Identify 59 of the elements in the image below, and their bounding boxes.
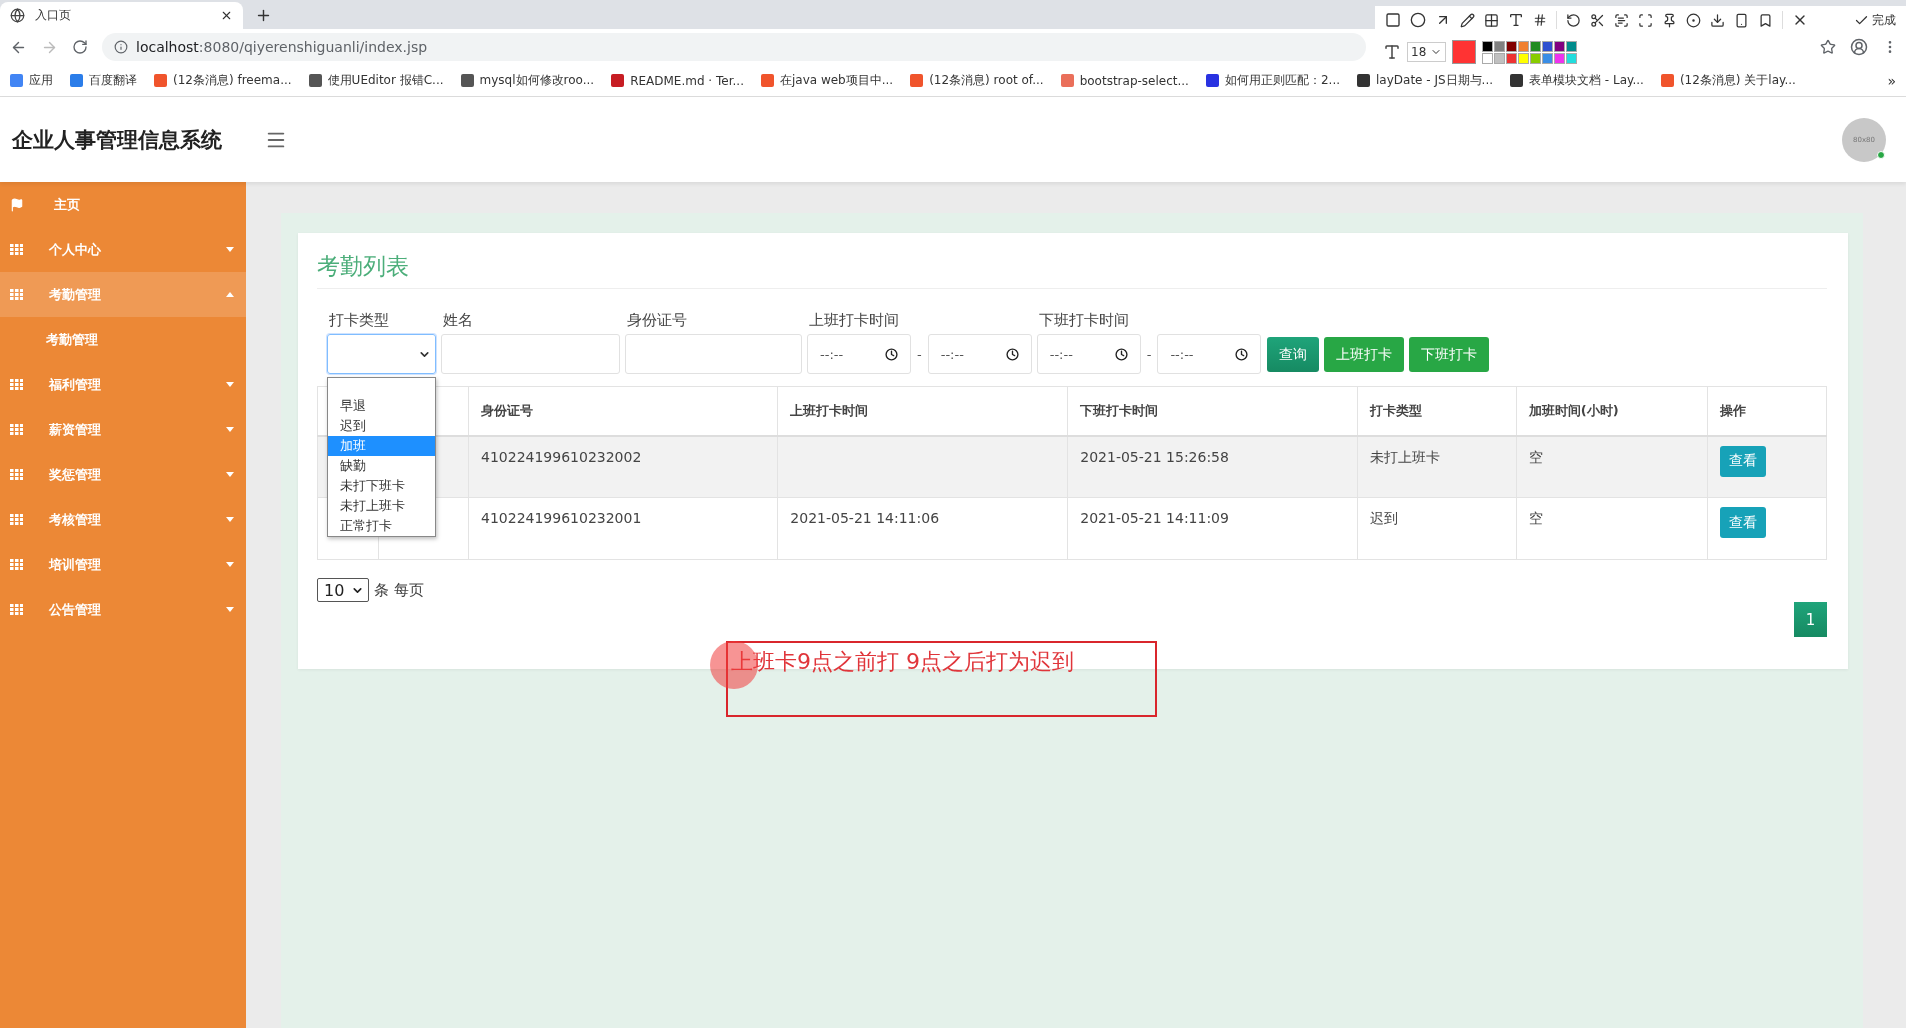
bookmark-link[interactable]: 在java web项目中...: [760, 72, 894, 89]
time-field[interactable]: --:--: [927, 334, 1032, 374]
column-header: 上班打卡时间: [777, 386, 1068, 436]
filter-label: 下班打卡时间: [1037, 311, 1130, 330]
bookmark-link[interactable]: (12条消息) 关于lay...: [1660, 72, 1796, 89]
bookmark-link[interactable]: (12条消息) freema...: [154, 72, 292, 89]
bookmark-link[interactable]: 表单模块文档 - Lay...: [1510, 72, 1644, 89]
address-bar[interactable]: localhost:8080/qiyerenshiguanli/index.jsp: [102, 33, 1366, 61]
column-header: 加班时间(小时): [1516, 386, 1708, 436]
dropdown-option[interactable]: 正常打卡: [328, 516, 435, 536]
annotation-text: 上班卡9点之前打 9点之后打为迟到: [731, 649, 1074, 674]
table-cell: 2021-05-21 14:11:06: [777, 497, 1068, 560]
column-header: 下班打卡时间: [1067, 386, 1358, 436]
column-header: 身份证号: [468, 386, 778, 436]
time-field[interactable]: --:--: [807, 334, 911, 374]
page-size-select[interactable]: 10: [317, 578, 369, 602]
table-cell: 410224199610232001: [468, 497, 778, 560]
filter-label: 姓名: [442, 311, 474, 330]
table-cell: 未打上班卡: [1357, 435, 1517, 498]
browser-tab[interactable]: 入口页: [0, 2, 243, 29]
dropdown-option[interactable]: 缺勤: [328, 456, 435, 476]
page-title: 考勤列表: [317, 249, 1827, 289]
search-button[interactable]: 查询: [1267, 337, 1320, 372]
filter-label: 打卡类型: [328, 311, 390, 330]
table-cell: 2021-05-21 15:26:58: [1067, 435, 1358, 498]
more-bookmarks[interactable]: »: [1887, 72, 1896, 89]
page-button[interactable]: 1: [1794, 602, 1827, 637]
column-header: 打卡类型: [1357, 386, 1517, 436]
table-cell: 空: [1516, 497, 1708, 560]
dropdown-option[interactable]: 未打下班卡: [328, 476, 435, 496]
done-button[interactable]: 完成: [1854, 11, 1896, 29]
bookmark-link[interactable]: README.md · Ter...: [611, 73, 744, 88]
bookmark-link[interactable]: mysql如何修改roo...: [460, 72, 595, 89]
filter-label: 上班打卡时间: [808, 311, 900, 330]
app-title: 企业人事管理信息系统: [12, 126, 223, 154]
font-size-select[interactable]: 18: [1407, 42, 1447, 62]
table-cell: 410224199610232002: [468, 435, 778, 498]
bookmark-link[interactable]: 百度翻译: [70, 72, 137, 89]
time-field[interactable]: --:--: [1157, 334, 1262, 374]
dropdown-option[interactable]: 早退: [328, 396, 435, 416]
bookmark-link[interactable]: layDate - JS日期与...: [1357, 72, 1494, 89]
page-size-label: 条 每页: [374, 580, 424, 600]
range-dash: -: [917, 346, 922, 362]
bookmark-link[interactable]: (12条消息) root of...: [910, 72, 1044, 89]
tab-title: 入口页: [35, 7, 72, 24]
bookmark-link[interactable]: bootstrap-select...: [1060, 73, 1189, 88]
column-header: 操作: [1707, 386, 1827, 436]
time-field[interactable]: --:--: [1036, 334, 1141, 374]
table-cell: 2021-05-21 14:11:09: [1067, 497, 1358, 560]
bookmark-link[interactable]: 应用: [10, 72, 53, 89]
dropdown-option[interactable]: 迟到: [328, 416, 435, 436]
url-text: localhost:8080/qiyerenshiguanli/index.jsp: [136, 39, 428, 55]
range-dash: -: [1146, 346, 1152, 362]
filter-label: 身份证号: [626, 311, 688, 330]
table-cell: 空: [1516, 435, 1708, 498]
dropdown-option[interactable]: 未打上班卡: [328, 496, 435, 516]
bookmark-link[interactable]: 使用UEditor 报错C...: [308, 72, 444, 89]
table-cell: 迟到: [1357, 497, 1517, 560]
bookmark-link[interactable]: 如何用正则匹配：2...: [1205, 72, 1340, 89]
